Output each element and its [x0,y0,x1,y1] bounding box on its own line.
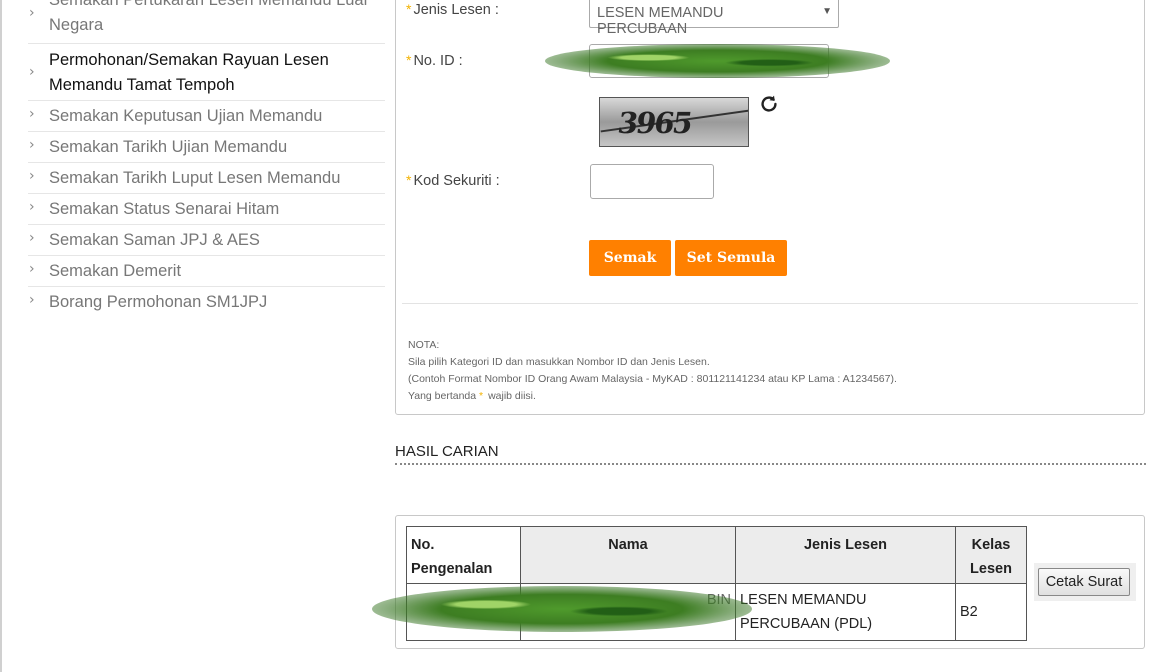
nota-line-2: (Contoh Format Nombor ID Orang Awam Mala… [408,373,897,385]
no-id-label-text: No. ID : [413,53,463,69]
sidebar-item-label: Semakan Keputusan Ujian Memandu [49,107,323,125]
form-divider [402,303,1138,304]
sidebar-item-label: Semakan Saman JPJ & AES [49,231,260,249]
nota-section: NOTA: Sila pilih Kategori ID dan masukka… [408,337,897,405]
header-no-pengenalan: No. Pengenalan [406,526,521,584]
results-panel: No. Pengenalan Nama Jenis Lesen Kelas Le… [372,515,1145,649]
no-id-input[interactable] [545,44,890,78]
chevron-right-icon: › [29,199,35,215]
cell-kelas-lesen: B2 [955,583,1027,641]
results-table: No. Pengenalan Nama Jenis Lesen Kelas Le… [372,526,1027,641]
required-marker: * [406,52,412,68]
search-form-panel: * Jenis Lesen : LESEN MEMANDU PERCUBAAN ▼… [395,0,1145,415]
chevron-right-icon: › [29,168,35,184]
refresh-icon[interactable] [758,93,780,115]
left-border [0,0,2,672]
kod-sekuriti-label: * Kod Sekuriti : [406,172,500,189]
sidebar-item-label: Semakan Tarikh Ujian Memandu [49,138,288,156]
chevron-right-icon: › [29,137,35,153]
sidebar-item-label: Permohonan/Semakan Rayuan Lesen Memandu … [49,51,329,94]
cetak-surat-button[interactable]: Cetak Surat [1038,568,1130,596]
cell-jenis-lesen: LESEN MEMANDU PERCUBAAN (PDL) [735,583,956,641]
cell-no-pengenalan [372,583,752,641]
table-header-row: No. Pengenalan Nama Jenis Lesen Kelas Le… [406,526,1027,584]
nota-line-3-post: wajib diisi. [488,390,536,402]
sidebar-item-tarikh-ujian[interactable]: › Semakan Tarikh Ujian Memandu [28,132,385,163]
nota-line-3: Yang bertanda * wajib diisi. [408,388,897,405]
jenis-lesen-selected-value: LESEN MEMANDU PERCUBAAN [597,5,724,37]
sidebar-item-label: Semakan Tarikh Luput Lesen Memandu [49,169,341,187]
sidebar-item-label: Semakan Pertukaran Lesen Memandu Luar Ne… [49,0,370,34]
chevron-right-icon: › [29,292,35,308]
dropdown-arrow-icon: ▼ [822,6,832,17]
no-id-label: * No. ID : [406,52,463,69]
set-semula-button[interactable]: Set Semula [675,240,787,276]
jenis-lesen-select[interactable]: LESEN MEMANDU PERCUBAAN ▼ [589,0,839,37]
chevron-right-icon: › [29,230,35,246]
nota-line-1: Sila pilih Kategori ID dan masukkan Nomb… [408,356,710,368]
sidebar-item-label: Semakan Demerit [49,262,182,280]
kod-sekuriti-label-text: Kod Sekuriti : [413,173,500,189]
cetak-surat-wrapper: Cetak Surat [1034,563,1136,601]
sidebar-item-label: Semakan Status Senarai Hitam [49,200,280,218]
sidebar-item-rayuan-lesen[interactable]: › Permohonan/Semakan Rayuan Lesen Memand… [28,44,385,101]
sidebar-item-demerit[interactable]: › Semakan Demerit [28,256,385,287]
semak-button[interactable]: Semak [589,240,671,276]
required-marker: * [479,390,484,402]
sidebar-item-saman[interactable]: › Semakan Saman JPJ & AES [28,225,385,256]
chevron-right-icon: › [29,5,35,21]
sidebar-item-tarikh-luput[interactable]: › Semakan Tarikh Luput Lesen Memandu [28,163,385,194]
sidebar-menu: › Semakan Pertukaran Lesen Memandu Luar … [28,0,385,317]
nota-title: NOTA: [408,339,440,351]
jenis-lesen-label-text: Jenis Lesen : [413,2,499,18]
chevron-right-icon: › [29,64,35,80]
sidebar-item-senarai-hitam[interactable]: › Semakan Status Senarai Hitam [28,194,385,225]
redaction-blur [372,586,752,632]
sidebar-item-borang-sm1jpj[interactable]: › Borang Permohonan SM1JPJ [28,287,385,317]
required-marker: * [406,1,412,17]
chevron-right-icon: › [29,106,35,122]
table-row: BIN LESEN MEMANDU PERCUBAAN (PDL) B2 [372,583,1027,641]
sidebar-item-label: Borang Permohonan SM1JPJ [49,293,268,311]
jenis-lesen-label: * Jenis Lesen : [406,1,499,18]
captcha-image: 3965 [599,97,749,147]
header-nama: Nama [520,526,736,584]
results-title: HASIL CARIAN [395,443,1146,465]
sidebar-item-keputusan-ujian[interactable]: › Semakan Keputusan Ujian Memandu [28,101,385,132]
header-jenis-lesen: Jenis Lesen [735,526,956,584]
nota-line-3-pre: Yang bertanda [408,390,477,402]
captcha-text: 3965 [615,106,694,140]
header-kelas-lesen: Kelas Lesen [955,526,1027,584]
kod-sekuriti-input[interactable] [590,164,714,199]
chevron-right-icon: › [29,261,35,277]
redaction-blur [545,44,890,78]
sidebar-item-pertukaran-lesen[interactable]: › Semakan Pertukaran Lesen Memandu Luar … [28,0,385,44]
required-marker: * [406,172,412,188]
